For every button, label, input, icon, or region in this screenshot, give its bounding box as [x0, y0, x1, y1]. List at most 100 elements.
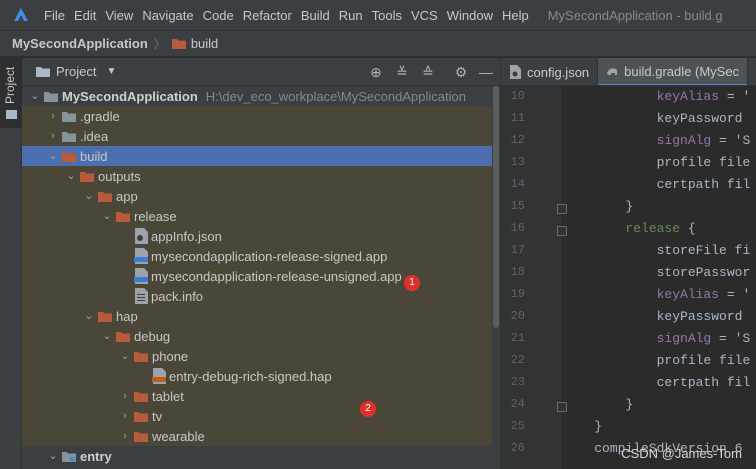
- tree-item-appinfo-json[interactable]: appInfo.json: [22, 226, 492, 246]
- tree-item-tablet[interactable]: › tablet: [22, 386, 492, 406]
- chevron-down-icon[interactable]: ⌄: [64, 166, 78, 186]
- menu-view[interactable]: View: [101, 8, 137, 23]
- tree-item-pack-info[interactable]: pack.info: [22, 286, 492, 306]
- tab-label: build.gradle (MySec: [624, 63, 740, 79]
- app-file-icon: [134, 268, 148, 284]
- chevron-down-icon[interactable]: ⌄: [28, 86, 42, 106]
- menu-build[interactable]: Build: [297, 8, 334, 23]
- chevron-right-icon[interactable]: ›: [118, 386, 132, 406]
- menu-bar: File Edit View Navigate Code Refactor Bu…: [0, 0, 756, 30]
- line-number: 13: [510, 155, 525, 169]
- chevron-down-icon[interactable]: ⌄: [82, 306, 96, 326]
- tree-item-gradle[interactable]: › .gradle: [22, 106, 492, 126]
- locate-icon[interactable]: ⊕: [368, 64, 384, 80]
- tree-item-outputs[interactable]: ⌄ outputs: [22, 166, 492, 186]
- tree-item-idea[interactable]: › .idea: [22, 126, 492, 146]
- code-text: profile file: [656, 155, 751, 170]
- tree-item-release-signed-app[interactable]: mysecondapplication-release-signed.app: [22, 246, 492, 266]
- module-folder-icon: [44, 91, 58, 102]
- app-logo-icon: [12, 6, 30, 24]
- project-panel: Project ▼ ⊕ ≚ ≙ ⚙ — ⌄ MySecondApplicatio…: [22, 58, 500, 469]
- tree-item-label: entry-debug-rich-signed.hap: [169, 368, 332, 384]
- chevron-down-icon[interactable]: ⌄: [46, 446, 60, 466]
- breadcrumb-project[interactable]: MySecondApplication: [12, 36, 148, 51]
- chevron-right-icon[interactable]: ›: [118, 406, 132, 426]
- menu-navigate[interactable]: Navigate: [138, 8, 197, 23]
- menu-run[interactable]: Run: [335, 8, 367, 23]
- line-number: 22: [510, 353, 525, 367]
- menu-vcs[interactable]: VCS: [407, 8, 442, 23]
- tree-item-release[interactable]: ⌄ release: [22, 206, 492, 226]
- tab-build-gradle[interactable]: build.gradle (MySec: [598, 58, 749, 85]
- tree-item-hap[interactable]: ⌄ hap: [22, 306, 492, 326]
- tree-item-debug[interactable]: ⌄ debug: [22, 326, 492, 346]
- folder-icon: [116, 331, 130, 342]
- chevron-right-icon[interactable]: ›: [46, 126, 60, 146]
- code-text: = 'S: [711, 133, 751, 148]
- expand-all-icon[interactable]: ≚: [394, 64, 410, 80]
- chevron-down-icon[interactable]: ▼: [106, 66, 116, 77]
- tree-item-label: mysecondapplication-release-signed.app: [151, 248, 388, 264]
- menu-file[interactable]: File: [40, 8, 69, 23]
- project-tool-tab[interactable]: Project: [0, 58, 22, 128]
- code-line: profile file: [563, 353, 751, 368]
- chevron-down-icon[interactable]: ⌄: [100, 206, 114, 226]
- chevron-right-icon[interactable]: ›: [46, 106, 60, 126]
- chevron-down-icon[interactable]: ⌄: [100, 326, 114, 346]
- tree-item-mysecondapplication[interactable]: ⌄ MySecondApplication H:\dev_eco_workpla…: [22, 86, 492, 106]
- tab-config-json[interactable]: config.json: [501, 58, 599, 85]
- code-keyword: keyAlias: [656, 287, 720, 302]
- menu-tools[interactable]: Tools: [368, 8, 406, 23]
- gear-icon[interactable]: ⚙: [453, 64, 469, 80]
- tree-item-label: appInfo.json: [151, 228, 222, 244]
- tree-item-tv[interactable]: › tv: [22, 406, 492, 426]
- tree-item-entry-debug-hap[interactable]: entry-debug-rich-signed.hap: [22, 366, 492, 386]
- menu-refactor[interactable]: Refactor: [239, 8, 296, 23]
- menu-code[interactable]: Code: [199, 8, 238, 23]
- project-folder-icon: [36, 67, 50, 77]
- tree-item-build[interactable]: ⌄ build: [22, 146, 492, 166]
- menu-help[interactable]: Help: [498, 8, 533, 23]
- code-line: signAlg = 'S: [563, 331, 751, 346]
- module-folder-icon: [62, 451, 76, 462]
- text-file-icon: [135, 288, 148, 304]
- tool-window-stripe: Project: [0, 58, 22, 469]
- project-view-selector[interactable]: Project: [56, 64, 96, 79]
- window-title: MySecondApplication - build.g: [547, 7, 723, 23]
- menu-edit[interactable]: Edit: [70, 8, 100, 23]
- code-line: storeFile fi: [563, 243, 751, 258]
- tree-scrollbar[interactable]: [492, 86, 500, 469]
- tree-item-wearable[interactable]: › wearable: [22, 426, 492, 446]
- folder-icon: [171, 39, 186, 49]
- code-line: keyPassword: [563, 309, 743, 324]
- chevron-down-icon[interactable]: ⌄: [46, 146, 60, 166]
- collapse-all-icon[interactable]: ≙: [420, 64, 436, 80]
- chevron-down-icon[interactable]: ⌄: [118, 346, 132, 366]
- folder-icon: [134, 351, 148, 362]
- minimize-icon[interactable]: —: [478, 64, 494, 80]
- tree-item-entry[interactable]: ⌄ entry: [22, 446, 492, 466]
- tree-item-phone[interactable]: ⌄ phone: [22, 346, 492, 366]
- folder-icon: [134, 411, 148, 422]
- scrollbar-thumb[interactable]: [493, 86, 499, 328]
- tree-item-release-unsigned-app[interactable]: mysecondapplication-release-unsigned.app: [22, 266, 492, 286]
- folder-icon: [98, 311, 112, 322]
- tree-item-app[interactable]: ⌄ app: [22, 186, 492, 206]
- folder-icon: [116, 211, 130, 222]
- code-area[interactable]: keyAlias = ' keyPassword signAlg = 'S pr…: [563, 86, 756, 469]
- code-line: }: [563, 199, 633, 214]
- chevron-down-icon[interactable]: ⌄: [82, 186, 96, 206]
- breadcrumb-folder[interactable]: build: [191, 36, 218, 51]
- folder-icon: [62, 151, 76, 162]
- code-keyword: keyAlias: [656, 89, 720, 104]
- code-text: = 'S: [711, 331, 751, 346]
- code-keyword: signAlg: [656, 133, 712, 148]
- menu-window[interactable]: Window: [443, 8, 497, 23]
- chevron-right-icon[interactable]: ›: [118, 426, 132, 446]
